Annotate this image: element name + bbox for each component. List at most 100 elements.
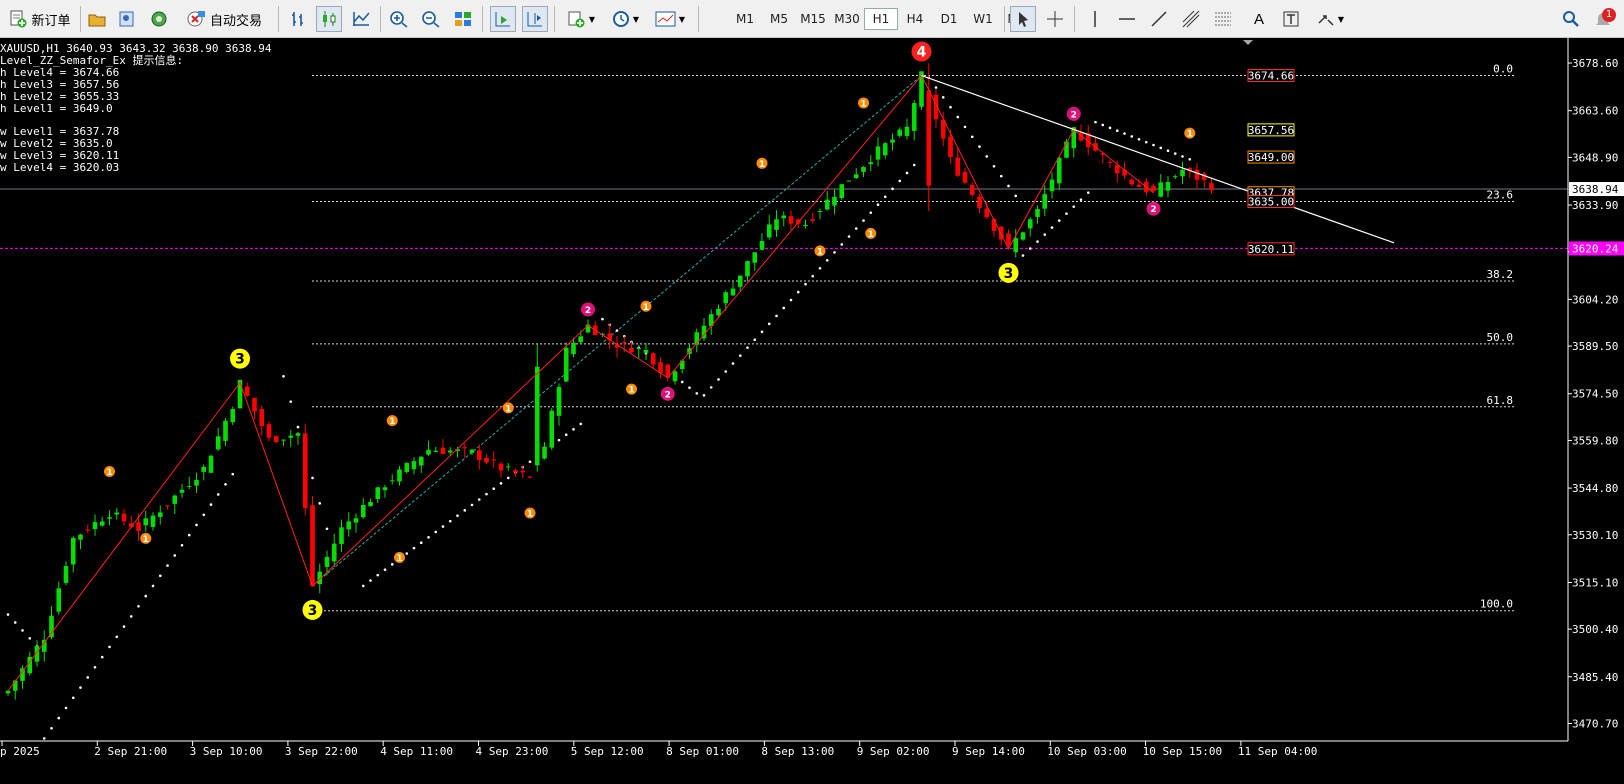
bear-candle[interactable] [491,459,497,461]
bull-candle[interactable] [157,512,163,518]
bull-candle[interactable] [774,219,779,230]
bull-candle[interactable] [759,240,765,250]
bull-candle[interactable] [78,534,83,540]
bear-candle[interactable] [513,470,518,473]
arrows-dropdown[interactable]: ▼ [1310,6,1350,32]
bull-candle[interactable] [875,146,881,160]
bull-candle[interactable] [346,521,352,530]
data-window-button[interactable] [114,6,140,32]
new-order-button[interactable]: 新订单 [4,6,76,32]
bear-candle[interactable] [948,136,953,158]
bull-candle[interactable] [1027,219,1033,229]
bull-candle[interactable] [324,556,330,567]
zoom-out-button[interactable] [418,6,444,32]
bull-candle[interactable] [897,129,903,136]
bear-candle[interactable] [527,476,533,478]
timeframe-m30-button[interactable]: M30 [830,8,864,30]
bull-candle[interactable] [824,199,830,210]
timeframe-w1-button[interactable]: W1 [966,8,1000,30]
horizontal-line-tool[interactable] [1114,6,1140,32]
bull-candle[interactable] [1013,238,1019,253]
bull-candle[interactable] [643,349,649,353]
bull-candle[interactable] [107,517,112,519]
bear-candle[interactable] [136,522,141,531]
bear-candle[interactable] [165,505,170,507]
bull-candle[interactable] [194,479,199,486]
bear-candle[interactable] [302,433,308,509]
bull-candle[interactable] [201,466,207,472]
bear-candle[interactable] [650,353,656,365]
indicators-dropdown[interactable]: ▼ [562,6,600,32]
bull-candle[interactable] [389,480,395,482]
timeframe-h1-button[interactable]: H1 [864,8,898,30]
bull-candle[interactable] [861,167,866,172]
bull-candle[interactable] [70,537,76,565]
bull-candle[interactable] [846,180,852,182]
timeframe-d1-button[interactable]: D1 [932,8,966,30]
bull-candle[interactable] [99,521,105,526]
bull-candle[interactable] [150,515,156,527]
bull-candle[interactable] [12,680,18,691]
bear-candle[interactable] [1209,183,1214,191]
bull-candle[interactable] [360,505,366,518]
auto-trading-button[interactable]: 自动交易 [178,6,270,32]
bull-candle[interactable] [353,518,359,523]
bull-candle[interactable] [92,522,98,530]
bull-candle[interactable] [339,527,344,545]
bull-candle[interactable] [331,543,337,562]
navigator-button[interactable] [146,6,172,32]
bull-candle[interactable] [636,348,642,350]
bear-candle[interactable] [476,450,482,460]
bar-chart-button[interactable] [286,6,312,32]
candlestick-button[interactable] [316,6,342,32]
bull-candle[interactable] [208,455,214,473]
bull-candle[interactable] [911,103,917,131]
bull-candle[interactable] [781,215,787,219]
bull-candle[interactable] [404,463,410,472]
bear-candle[interactable] [1194,169,1200,180]
bull-candle[interactable] [882,143,888,156]
bull-candle[interactable] [1035,209,1040,217]
bull-candle[interactable] [839,184,845,198]
price-chart[interactable]: 0.0 23.6 38.2 50.0 61.8 100.0 433322221111111… [0,38,1624,784]
bull-candle[interactable] [1049,179,1055,192]
bull-candle[interactable] [63,566,69,583]
bull-candle[interactable] [542,446,547,459]
bull-candle[interactable] [1020,232,1026,240]
bull-candle[interactable] [5,690,11,694]
bull-candle[interactable] [1180,169,1185,177]
bear-candle[interactable] [121,513,127,522]
bear-candle[interactable] [629,347,634,353]
bear-candle[interactable] [955,157,961,176]
bear-candle[interactable] [962,171,968,183]
bull-candle[interactable] [687,348,692,354]
bear-candle[interactable] [1129,179,1135,185]
bull-candle[interactable] [716,308,721,316]
bull-candle[interactable] [186,485,192,487]
search-button[interactable] [1558,6,1584,32]
bull-candle[interactable] [766,224,772,238]
bear-candle[interactable] [810,219,816,221]
bull-candle[interactable] [853,174,859,179]
bear-candle[interactable] [85,529,91,531]
bull-candle[interactable] [534,366,540,466]
bear-candle[interactable] [520,470,526,473]
bull-candle[interactable] [469,449,475,453]
timeframe-m5-button[interactable]: M5 [762,8,796,30]
bear-candle[interactable] [259,408,265,426]
bull-candle[interactable] [723,292,729,304]
bull-candle[interactable] [505,466,511,468]
bull-candle[interactable] [288,435,294,438]
bull-candle[interactable] [1042,194,1048,209]
cursor-tool-button[interactable] [1010,6,1036,32]
bull-candle[interactable] [571,342,576,355]
bull-candle[interactable] [447,450,453,453]
templates-dropdown[interactable]: ▼ [650,6,690,32]
bull-candle[interactable] [549,410,555,448]
timeframe-m15-button[interactable]: M15 [796,8,830,30]
periods-dropdown[interactable]: ▼ [606,6,644,32]
bear-candle[interactable] [252,397,257,412]
bear-candle[interactable] [1114,165,1120,174]
line-chart-button[interactable] [348,6,374,32]
bull-candle[interactable] [172,495,178,504]
